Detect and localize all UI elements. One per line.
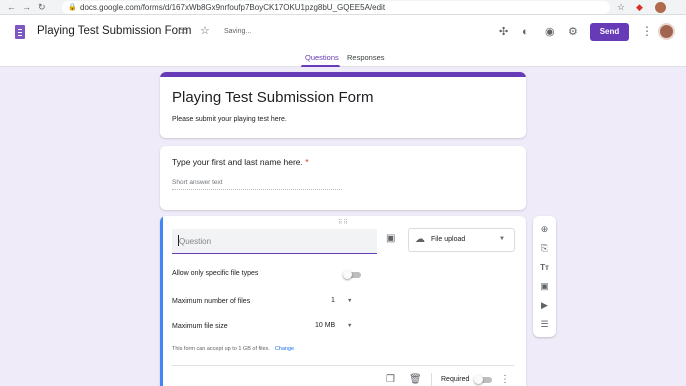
profile-avatar[interactable] — [655, 2, 666, 13]
user-avatar[interactable] — [658, 23, 675, 40]
max-size-value[interactable]: 10 MB — [315, 322, 335, 329]
active-question-indicator — [160, 216, 163, 386]
add-image-icon[interactable]: ▣ — [533, 281, 556, 292]
back-icon[interactable]: ← — [7, 2, 16, 13]
forms-header: Playing Test Submission Form ▭ ☆ Saving.… — [0, 15, 686, 67]
delete-icon[interactable]: 🗑 — [409, 374, 422, 386]
question-text: Type your first and last name here. — [172, 157, 303, 167]
duplicate-icon[interactable]: ❐ — [386, 374, 395, 386]
required-asterisk: * — [305, 157, 309, 167]
question-type-label: File upload — [431, 236, 466, 243]
form-description[interactable]: Please submit your playing test here. — [172, 116, 287, 123]
question-title: Type your first and last name here. * — [172, 157, 309, 167]
question-card-file-upload[interactable]: ⠿⠿ Question ▣ ☁ File upload ▼ Allow only… — [160, 216, 526, 386]
drag-handle[interactable]: ⠿⠿ — [338, 219, 349, 226]
browser-toolbar: ← → ↻ 🔒 docs.google.com/forms/d/167xWb8G… — [0, 0, 686, 15]
question-input[interactable]: Question — [172, 229, 377, 254]
allow-specific-types-label: Allow only specific file types — [172, 270, 259, 277]
footer-separator — [431, 373, 432, 386]
save-status: Saving... — [224, 28, 252, 35]
send-button[interactable]: Send — [590, 23, 629, 41]
add-question-icon[interactable]: ⊕ — [533, 224, 556, 235]
document-title[interactable]: Playing Test Submission Form — [37, 25, 191, 37]
max-files-label: Maximum number of files — [172, 298, 251, 305]
max-files-dropdown-icon[interactable]: ▼ — [347, 298, 352, 304]
accent-bar — [160, 72, 526, 77]
footer-divider — [172, 365, 514, 366]
form-title-card[interactable]: Playing Test Submission Form Please subm… — [160, 72, 526, 138]
address-bar[interactable]: 🔒 docs.google.com/forms/d/167xWb8Gx9nrfo… — [62, 1, 610, 14]
question-placeholder: Question — [179, 237, 212, 246]
palette-icon[interactable]: ◐ — [522, 26, 529, 39]
storage-note-text: This form can accept up to 1 GB of files… — [172, 346, 270, 352]
required-toggle[interactable] — [474, 374, 493, 385]
settings-gear-icon[interactable]: ⚙ — [568, 26, 578, 39]
forward-icon[interactable]: → — [22, 2, 31, 13]
allow-specific-types-toggle[interactable] — [343, 269, 362, 280]
url-text: docs.google.com/forms/d/167xWb8Gx9nrfouf… — [80, 3, 386, 12]
cloud-upload-icon: ☁ — [415, 234, 425, 245]
preview-eye-icon[interactable]: ◉ — [545, 26, 555, 39]
max-files-value[interactable]: 1 — [331, 297, 335, 304]
folder-icon[interactable]: ▭ — [178, 25, 188, 38]
lock-icon: 🔒 — [68, 4, 77, 11]
change-link[interactable]: Change — [275, 346, 294, 352]
extension-icon[interactable]: ◆ — [636, 1, 643, 13]
forms-logo-icon[interactable] — [15, 25, 25, 39]
addon-puzzle-icon[interactable]: ✣ — [499, 26, 508, 39]
star-icon[interactable]: ☆ — [200, 25, 210, 38]
form-title[interactable]: Playing Test Submission Form — [172, 89, 373, 106]
question-type-select[interactable]: ☁ File upload ▼ — [408, 228, 515, 252]
storage-note: This form can accept up to 1 GB of files… — [172, 346, 294, 352]
more-options-icon[interactable]: ⋮ — [641, 24, 653, 38]
max-size-label: Maximum file size — [172, 323, 228, 330]
tab-questions[interactable]: Questions — [305, 53, 339, 62]
add-title-description-icon[interactable]: Tт — [533, 262, 556, 273]
tab-responses[interactable]: Responses — [347, 53, 385, 62]
star-icon[interactable]: ☆ — [617, 1, 625, 13]
import-questions-icon[interactable]: ⎘ — [533, 243, 556, 254]
active-tab-indicator — [301, 65, 340, 67]
short-answer-placeholder: Short answer text — [172, 179, 342, 190]
add-video-icon[interactable]: ▶ — [533, 300, 556, 311]
dropdown-arrow-icon: ▼ — [499, 236, 505, 242]
reload-icon[interactable]: ↻ — [38, 2, 46, 13]
side-toolbar: ⊕ ⎘ Tт ▣ ▶ ☰ — [533, 216, 556, 337]
question-card-name[interactable]: Type your first and last name here. * Sh… — [160, 146, 526, 210]
add-section-icon[interactable]: ☰ — [533, 319, 556, 330]
question-more-icon[interactable]: ⋮ — [500, 374, 510, 386]
add-image-icon[interactable]: ▣ — [386, 233, 395, 245]
max-size-dropdown-icon[interactable]: ▼ — [347, 323, 352, 329]
required-label: Required — [441, 376, 470, 383]
